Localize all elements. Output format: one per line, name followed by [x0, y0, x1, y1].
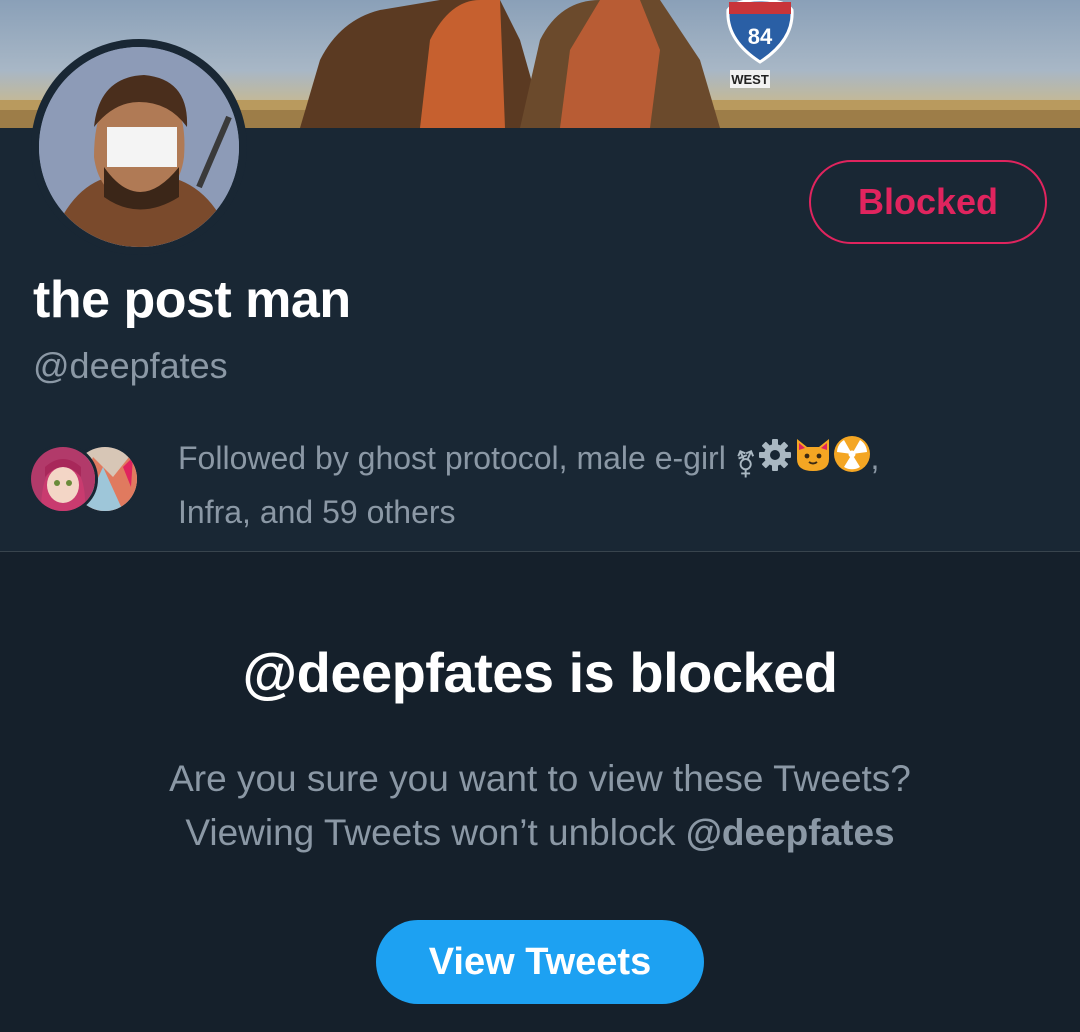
- cat-face-icon: [793, 437, 833, 486]
- avatar-portrait: [39, 47, 239, 247]
- followed-by-comma: ,: [870, 440, 880, 476]
- blocked-notice-description: Are you sure you want to view these Twee…: [0, 752, 1080, 860]
- highway-sign: 84 WEST: [726, 0, 794, 88]
- profile-display-name: the post man: [33, 271, 351, 329]
- highway-sign-direction: WEST: [731, 72, 769, 87]
- followed-by-text[interactable]: Followed by ghost protocol, male e-girl …: [178, 434, 1038, 536]
- highway-sign-number: 84: [748, 24, 773, 49]
- section-divider: [0, 551, 1080, 552]
- radioactive-icon: [833, 435, 871, 486]
- blocked-notice-handle: @deepfates: [685, 812, 895, 853]
- transgender-symbol-icon: ⚧: [734, 449, 757, 479]
- blocked-notice-line1: Are you sure you want to view these Twee…: [169, 758, 911, 799]
- followed-by-prefix: Followed by ghost protocol, male e-girl: [178, 440, 735, 476]
- blocked-button-label: Blocked: [857, 181, 999, 222]
- followed-by-avatars[interactable]: [28, 444, 152, 516]
- blocked-notice-title: @deepfates is blocked: [242, 641, 838, 704]
- blurred-eyes-mask: [107, 127, 177, 167]
- profile-avatar[interactable]: [39, 47, 239, 247]
- view-tweets-button-label: View Tweets: [428, 940, 652, 983]
- profile-handle: @deepfates: [33, 345, 228, 386]
- view-tweets-button[interactable]: View Tweets: [376, 920, 704, 1004]
- follower-avatar: [28, 444, 98, 514]
- blocked-button[interactable]: Blocked: [809, 160, 1047, 244]
- blocked-notice-line2-prefix: Viewing Tweets won’t unblock: [185, 812, 686, 853]
- followed-by-suffix: Infra, and 59 others: [178, 494, 456, 530]
- gear-icon: [757, 437, 793, 486]
- profile-page: 84 WEST Blocked the post man @deepfates: [0, 0, 1080, 1032]
